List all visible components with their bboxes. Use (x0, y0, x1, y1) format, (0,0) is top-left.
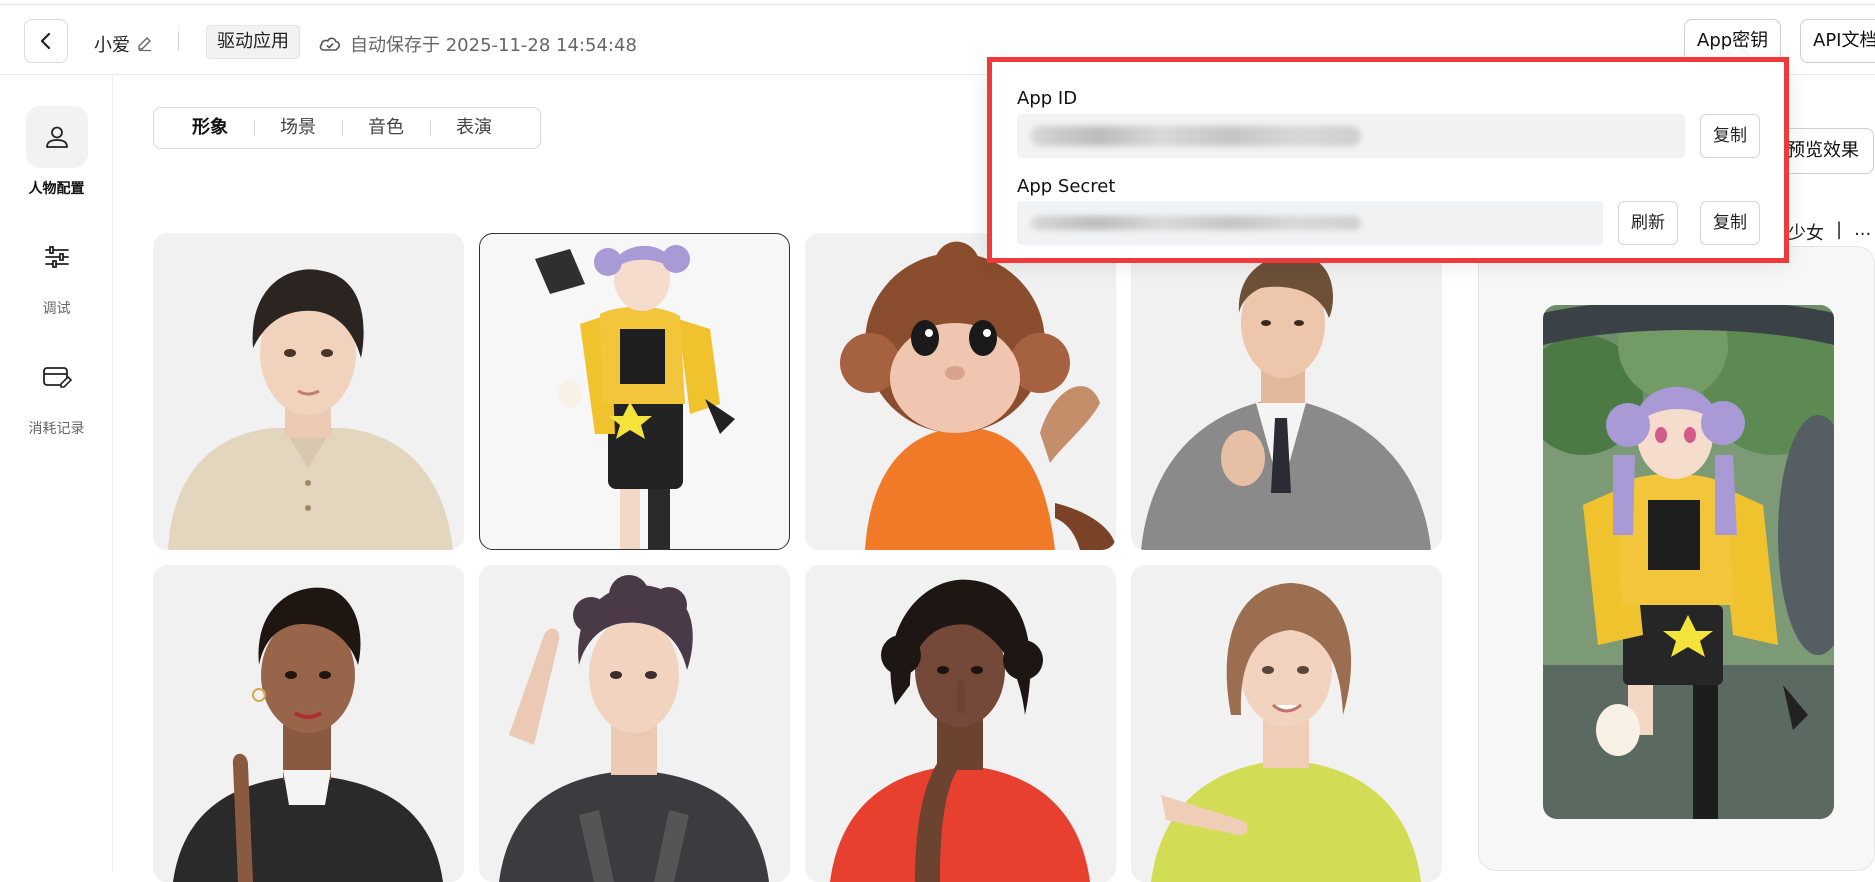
edit-pencil-icon[interactable] (136, 35, 154, 53)
sidebar-item-debug[interactable]: 调试 (0, 226, 113, 318)
avatar-card[interactable] (805, 233, 1116, 550)
avatar-cartoon-monkey (840, 241, 1116, 550)
card-edit-icon (26, 346, 88, 408)
more-tags[interactable]: ... (1854, 219, 1871, 245)
person-icon (25, 106, 88, 168)
app-name-text: 小爱 (94, 35, 130, 56)
tab-scene[interactable]: 场景 (254, 108, 342, 148)
app-name: 小爱 (94, 31, 154, 57)
preview-tag[interactable]: 少女 (1788, 219, 1824, 245)
config-tabs: 形象 场景 音色 表演 (153, 107, 541, 149)
sidebar: 人物配置 调试 消耗记录 (0, 76, 113, 871)
avatar-card[interactable] (805, 565, 1116, 882)
cloud-check-icon (319, 37, 341, 51)
avatar-woman-leather-jacket (173, 587, 443, 882)
sidebar-item-usage-records[interactable]: 消耗记录 (0, 346, 113, 438)
avatar-anime-girl (535, 245, 735, 549)
tab-voice[interactable]: 音色 (342, 108, 430, 148)
autosave-status: 自动保存于 2025-11-28 14:54:48 (318, 31, 637, 57)
sliders-icon (26, 226, 88, 288)
avatar-card[interactable] (153, 233, 464, 550)
preview-tags: 少女 | ... (1788, 219, 1871, 245)
sidebar-item-character-config[interactable]: 人物配置 (0, 106, 113, 198)
autosave-text: 自动保存于 2025-11-28 14:54:48 (350, 35, 637, 56)
avatar-card[interactable] (153, 565, 464, 882)
sidebar-item-label: 消耗记录 (28, 421, 85, 437)
tag-divider: | (1836, 219, 1843, 240)
back-button[interactable] (24, 19, 68, 63)
avatar-short-hair-woman (168, 269, 453, 550)
highlight-box (987, 57, 1789, 263)
avatar-young-man-curly (499, 575, 769, 882)
avatar-woman-curly-red (830, 579, 1090, 882)
avatar-woman-bob-lime (1151, 583, 1421, 882)
api-doc-button[interactable]: API文档 (1800, 19, 1875, 63)
avatar-card-selected[interactable] (479, 233, 790, 550)
avatar-man-gray-suit (1141, 255, 1431, 550)
sidebar-item-label: 人物配置 (28, 181, 85, 197)
chevron-left-icon (40, 32, 51, 50)
header-divider (178, 31, 179, 51)
avatar-card[interactable] (479, 565, 790, 882)
preview-image (1543, 305, 1834, 819)
tab-performance[interactable]: 表演 (430, 108, 518, 148)
tab-appearance[interactable]: 形象 (166, 108, 254, 148)
avatar-card[interactable] (1131, 565, 1442, 882)
app-type-tag: 驱动应用 (206, 25, 300, 59)
sidebar-item-label: 调试 (42, 301, 71, 317)
avatar-card[interactable] (1131, 233, 1442, 550)
